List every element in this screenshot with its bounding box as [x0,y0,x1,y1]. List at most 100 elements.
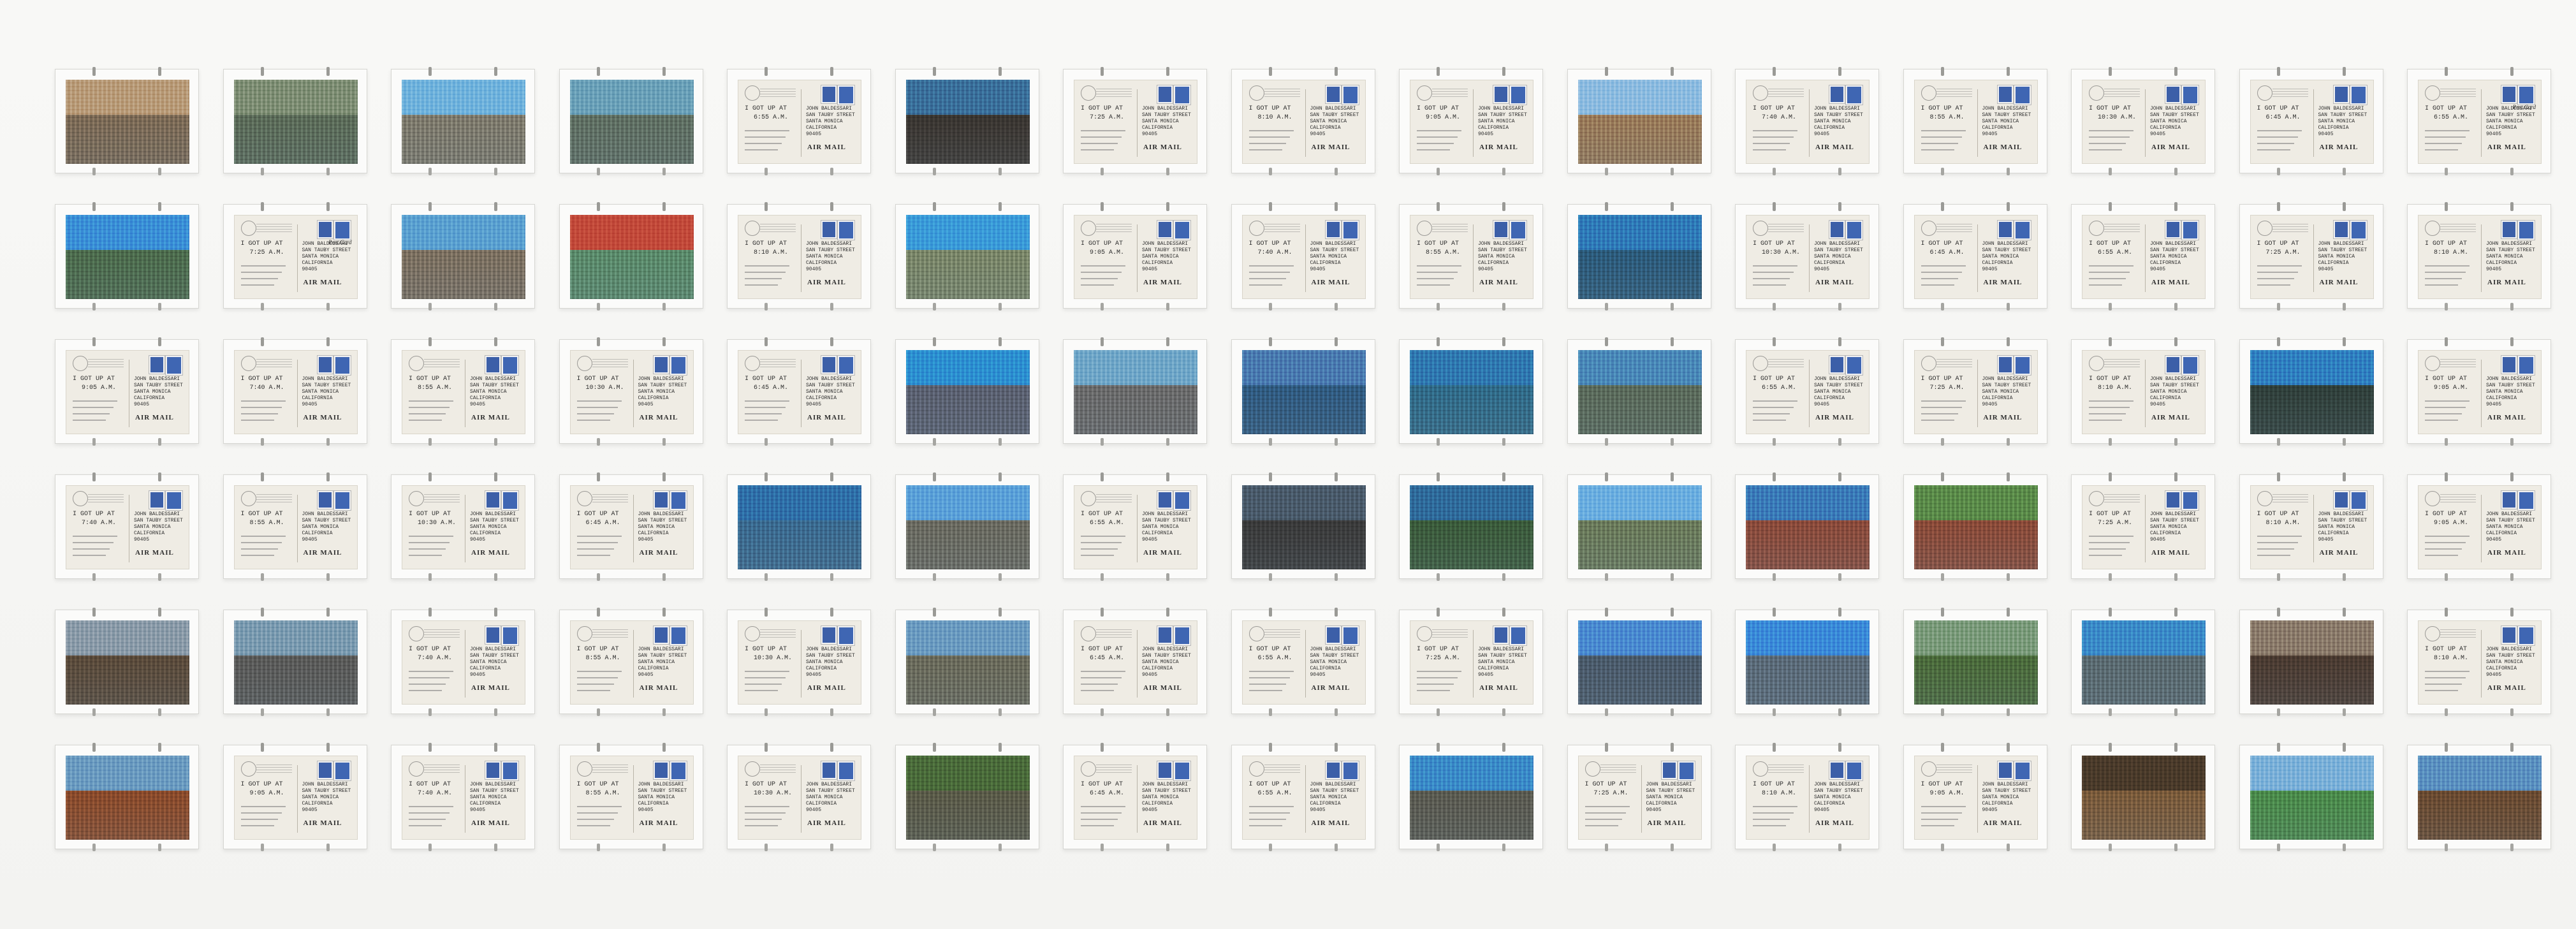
postcard-address-side: I GOT UP AT 9:05 A.M. JOHN BALDESSARI SAN … [1410,80,1533,164]
air-mail-label: AIR MAIL [1983,819,2023,827]
postcard-address-side: I GOT UP AT 8:55 A.M. JOHN BALDESSARI SAN … [1410,215,1533,299]
postage-stamp [1661,761,1677,779]
frame-clip [932,708,936,716]
handwritten-line [1417,278,1454,279]
postmark-circle [1081,761,1096,777]
postmark-cancellation [760,223,796,232]
frame-clip [662,438,666,446]
frame-clip [2174,438,2177,446]
postcard-frame: I GOT UP AT 8:55 A.M. JOHN BALDESSARI SAN … [223,472,367,581]
frame-clip [92,844,96,851]
card-divider [2481,89,2482,157]
photo-texture [1577,350,1702,434]
handwritten-line [1248,278,1286,279]
handwritten-line [1921,407,1962,408]
photo-texture [1577,80,1702,164]
handwritten-line [1081,272,1122,273]
handwritten-line [73,400,117,402]
handwritten-line [1081,812,1122,814]
air-mail-label: AIR MAIL [471,819,510,827]
handwritten-line [576,555,610,556]
postcard-frame: I GOT UP AT 6:55 A.M. JOHN BALDESSARI SAN … [2071,202,2215,311]
postmark-cancellation [2272,494,2308,502]
postcard-address-side: I GOT UP AT 10:30 A.M. JOHN BALDESSARI SAN… [402,485,525,569]
wake-time: 10:30 A.M. [418,520,457,527]
card-divider [1305,765,1306,833]
postmark-circle [2425,491,2440,506]
handwritten-line [240,272,282,273]
card-divider [1809,765,1810,833]
air-mail-label: AIR MAIL [1983,279,2023,286]
air-mail-label: AIR MAIL [2487,143,2526,151]
frame-clip [1268,708,1272,716]
wake-time: 8:55 A.M. [585,790,620,797]
postage-stamp [2333,85,2349,103]
frame-clip [765,438,768,446]
wake-time: 7:25 A.M. [2265,249,2301,256]
recipient-address: JOHN BALDESSARI SAN TAUBY STREET SANTA M… [806,241,855,272]
postcard-frame: I GOT UP AT 10:30 A.M. JOHN BALDESSARI SAN… [2071,67,2215,175]
photo-texture [905,215,1030,299]
got-up-label: I GOT UP AT [1081,511,1123,518]
postcard-address-side: I GOT UP AT 8:10 A.M. JOHN BALDESSARI SAN … [1746,756,1870,840]
handwritten-line [1753,143,1790,144]
frame-clip [1604,303,1608,311]
recipient-address: JOHN BALDESSARI SAN TAUBY STREET SANTA M… [1310,241,1359,272]
frame-clip [2510,844,2514,851]
frame-clip [830,844,833,851]
postmark-circle [576,626,592,641]
recipient-address: JOHN BALDESSARI SAN TAUBY STREET SANTA M… [470,376,519,407]
handwritten-line [1081,806,1125,807]
postcard-address-side: I GOT UP AT 10:30 A.M. JOHN BALDESSARI SAN… [738,756,861,840]
post-card-label: Post Card [328,239,352,245]
handwritten-line [1753,413,1790,414]
frame-clip [2174,168,2177,175]
frame-clip [428,168,432,175]
photo-texture [2250,350,2374,434]
handwritten-line [745,265,789,267]
postage-stamp [1325,626,1341,644]
postmark-cancellation [256,358,292,367]
handwritten-line [409,536,453,537]
handwritten-line [2425,130,2470,131]
frame-clip [260,438,264,446]
postcard-frame [1567,608,1711,716]
postcard-address-side: I GOT UP AT 9:05 A.M. JOHN BALDESSARI SAN … [1074,215,1197,299]
air-mail-label: AIR MAIL [2487,414,2526,421]
postcard-frame [1903,608,2047,716]
postcard-photo-civic-building [1410,485,1533,569]
handwritten-line [409,671,453,672]
photo-texture [905,620,1030,705]
air-mail-label: AIR MAIL [807,414,846,421]
card-divider [1305,630,1306,698]
postcard-frame: I GOT UP AT 9:05 A.M. JOHN BALDESSARI SAN … [1063,202,1207,311]
postcard-frame: I GOT UP AT 6:45 A.M. JOHN BALDESSARI SAN … [2239,67,2383,175]
postcard-address-side: I GOT UP AT 7:40 A.M. JOHN BALDESSARI SAN … [1241,215,1366,299]
wake-time: 8:55 A.M. [418,384,453,391]
wake-time: 6:45 A.M. [754,384,789,391]
got-up-label: I GOT UP AT [2257,240,2299,247]
postmark-cancellation [256,494,292,502]
postcard-address-side: I GOT UP AT 6:45 A.M. JOHN BALDESSARI SAN … [1914,215,2038,299]
postage-stamp [333,491,351,510]
recipient-address: JOHN BALDESSARI SAN TAUBY STREET SANTA M… [2486,647,2535,678]
wake-time: 9:05 A.M. [2434,520,2469,527]
frame-clip [1502,168,1505,175]
postcard-frame [895,743,1039,851]
postcard-frame [1063,337,1207,446]
postmark-cancellation [1096,88,1132,97]
postcard-address-side: I GOT UP AT 8:10 A.M. JOHN BALDESSARI SAN … [1241,80,1366,164]
postmark-circle [2257,491,2272,506]
photo-texture [1577,485,1702,569]
handwritten-line [2425,136,2466,138]
recipient-address: JOHN BALDESSARI SAN TAUBY STREET SANTA M… [1982,241,2031,272]
postmark-cancellation [1768,223,1804,232]
frame-clip [2174,844,2177,851]
handwritten-line [1753,400,1797,402]
wake-time: 6:55 A.M. [1257,655,1292,662]
air-mail-label: AIR MAIL [471,684,510,692]
handwritten-line [73,413,110,414]
got-up-label: I GOT UP AT [1081,240,1123,247]
wake-time: 7:40 A.M. [418,655,453,662]
postcard-frame [1567,202,1711,311]
